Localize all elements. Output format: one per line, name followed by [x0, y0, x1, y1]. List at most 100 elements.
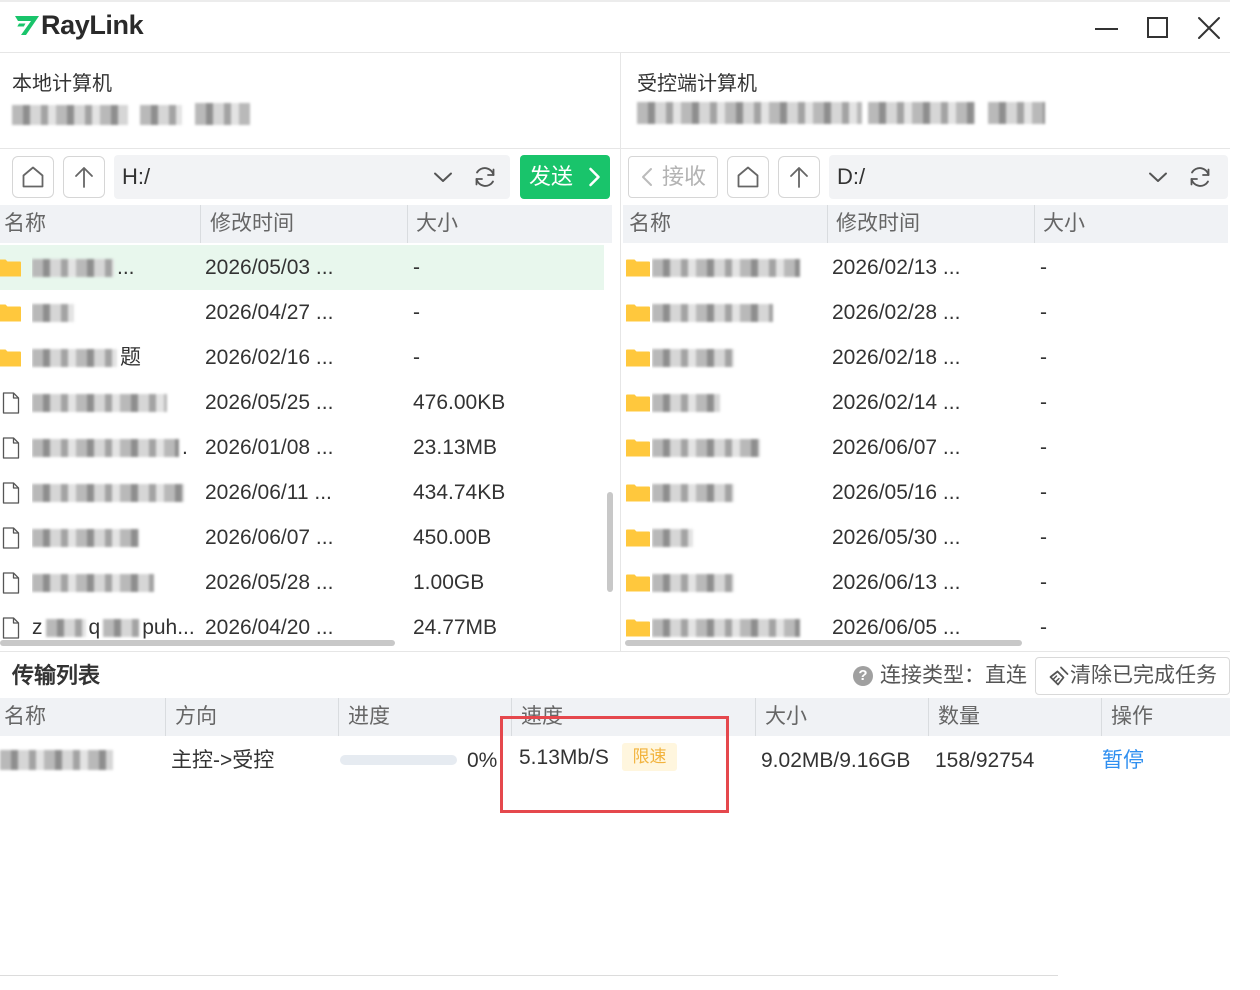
file-size: -: [1040, 616, 1047, 639]
file-row[interactable]: 2026/06/11 ... 434.74KB: [0, 470, 604, 515]
local-horizontal-scrollbar[interactable]: [0, 640, 395, 646]
column-header-name: 名称: [4, 705, 46, 728]
home-icon: [22, 166, 44, 188]
column-header-name[interactable]: 名称: [629, 205, 671, 243]
pause-button[interactable]: 暂停: [1102, 738, 1144, 783]
file-name: [652, 425, 828, 470]
local-path-value: H:/: [122, 164, 151, 189]
file-row[interactable]: 2026/06/13 ... -: [623, 560, 1228, 605]
local-up-button[interactable]: [63, 156, 105, 198]
chevron-right-icon: [582, 165, 606, 189]
file-size: 450.00B: [413, 526, 492, 549]
remote-file-list: 2026/02/13 ... -2026/02/28 ... -2026/02/18…: [623, 245, 1228, 648]
file-row[interactable]: 题 2026/02/16 ... -: [0, 335, 604, 380]
maximize-button[interactable]: [1143, 13, 1173, 43]
file-row[interactable]: 2026/05/30 ... -: [623, 515, 1228, 560]
local-path-input[interactable]: H:/: [114, 155, 510, 199]
file-row[interactable]: 2026/05/16 ... -: [623, 470, 1228, 515]
column-header-modified[interactable]: 修改时间: [836, 205, 920, 243]
bottom-divider: [0, 975, 1058, 976]
clear-completed-button[interactable]: 清除已完成任务: [1035, 657, 1230, 695]
redacted-name-block: [32, 394, 167, 413]
column-header-size[interactable]: 大小: [1043, 205, 1085, 243]
file-row[interactable]: 2026/02/14 ... -: [623, 380, 1228, 425]
close-icon: [1198, 17, 1220, 39]
column-header-size[interactable]: 大小: [416, 205, 458, 243]
file-size: 24.77MB: [413, 616, 498, 639]
clear-completed-label: 清除已完成任务: [1070, 664, 1217, 687]
file-row[interactable]: 2026/02/13 ... -: [623, 245, 1228, 290]
file-row[interactable]: 2026/05/25 ... 476.00KB: [0, 380, 604, 425]
transfer-speed: 5.13Mb/S: [519, 746, 609, 769]
refresh-icon[interactable]: [1187, 164, 1213, 190]
minimize-button[interactable]: [1092, 13, 1122, 43]
column-divider[interactable]: [1034, 205, 1035, 243]
column-divider: [755, 698, 756, 736]
folder-icon: [626, 529, 650, 547]
file-icon: [2, 617, 20, 639]
local-home-button[interactable]: [12, 156, 54, 198]
file-size: -: [413, 346, 420, 369]
local-table-header: 名称 修改时间 大小: [0, 205, 612, 243]
redacted-name-block: [652, 349, 734, 368]
remote-table-header: 名称 修改时间 大小: [623, 205, 1228, 243]
remote-horizontal-scrollbar[interactable]: [625, 640, 1022, 646]
file-row[interactable]: 2026/06/07 ... -: [623, 425, 1228, 470]
file-row[interactable]: 2026/04/27 ... -: [0, 290, 604, 335]
transfer-direction: 主控->受控: [171, 749, 275, 772]
column-divider[interactable]: [200, 205, 201, 243]
redacted-name-block: [652, 574, 734, 593]
local-computer-title: 本地计算机: [12, 73, 112, 95]
modified-time: 2026/05/16 ...: [832, 481, 961, 504]
chevron-down-icon[interactable]: [1146, 165, 1170, 189]
remote-up-button[interactable]: [778, 156, 820, 198]
column-divider[interactable]: [407, 205, 408, 243]
column-divider: [1101, 698, 1102, 736]
divider: [0, 651, 1230, 652]
local-file-list: ... 2026/05/03 ... - 2026/04/27 ... - 题 2026/0…: [0, 245, 604, 648]
file-row[interactable]: 2026/02/18 ... -: [623, 335, 1228, 380]
column-header-speed: 速度: [521, 705, 563, 728]
transfer-size: 9.02MB/9.16GB: [761, 749, 911, 772]
local-vertical-scrollbar[interactable]: [607, 492, 613, 592]
file-name: [32, 560, 201, 605]
column-header-size: 大小: [765, 705, 807, 728]
modified-time: 2026/05/25 ...: [205, 391, 334, 414]
file-size: -: [413, 301, 420, 324]
modified-time: 2026/05/28 ...: [205, 571, 334, 594]
redacted-name-block: [32, 529, 139, 548]
local-computer-id-redacted: [12, 105, 128, 125]
file-icon: [2, 392, 20, 414]
file-size: 476.00KB: [413, 391, 506, 414]
remote-home-button[interactable]: [727, 156, 769, 198]
receive-button[interactable]: 接收: [628, 156, 718, 198]
file-row[interactable]: 2026/05/28 ... 1.00GB: [0, 560, 604, 605]
close-button[interactable]: [1194, 13, 1224, 43]
redacted-name-block: [32, 439, 179, 458]
question-circle-icon[interactable]: [853, 666, 873, 686]
file-size: -: [1040, 571, 1047, 594]
column-divider: [165, 698, 166, 736]
file-name: [32, 290, 201, 335]
app-title: RayLink: [41, 10, 144, 40]
file-row[interactable]: . 2026/01/08 ... 23.13MB: [0, 425, 604, 470]
file-name: [652, 380, 828, 425]
file-row[interactable]: 2026/06/07 ... 450.00B: [0, 515, 604, 560]
remote-path-input[interactable]: D:/: [829, 155, 1228, 199]
redacted-name-block: [652, 394, 720, 413]
file-size: -: [1040, 436, 1047, 459]
home-icon: [737, 166, 759, 188]
send-button[interactable]: 发送: [520, 155, 610, 199]
folder-icon: [626, 304, 650, 322]
file-row[interactable]: ... 2026/05/03 ... -: [0, 245, 604, 290]
column-divider[interactable]: [827, 205, 828, 243]
file-row[interactable]: 2026/02/28 ... -: [623, 290, 1228, 335]
column-header-modified[interactable]: 修改时间: [210, 205, 294, 243]
chevron-left-icon: [636, 165, 660, 189]
folder-icon: [0, 259, 21, 277]
column-header-name[interactable]: 名称: [4, 205, 46, 243]
file-name-visible-text: .: [182, 436, 188, 459]
refresh-icon[interactable]: [472, 164, 498, 190]
chevron-down-icon[interactable]: [431, 165, 455, 189]
modified-time: 2026/01/08 ...: [205, 436, 334, 459]
